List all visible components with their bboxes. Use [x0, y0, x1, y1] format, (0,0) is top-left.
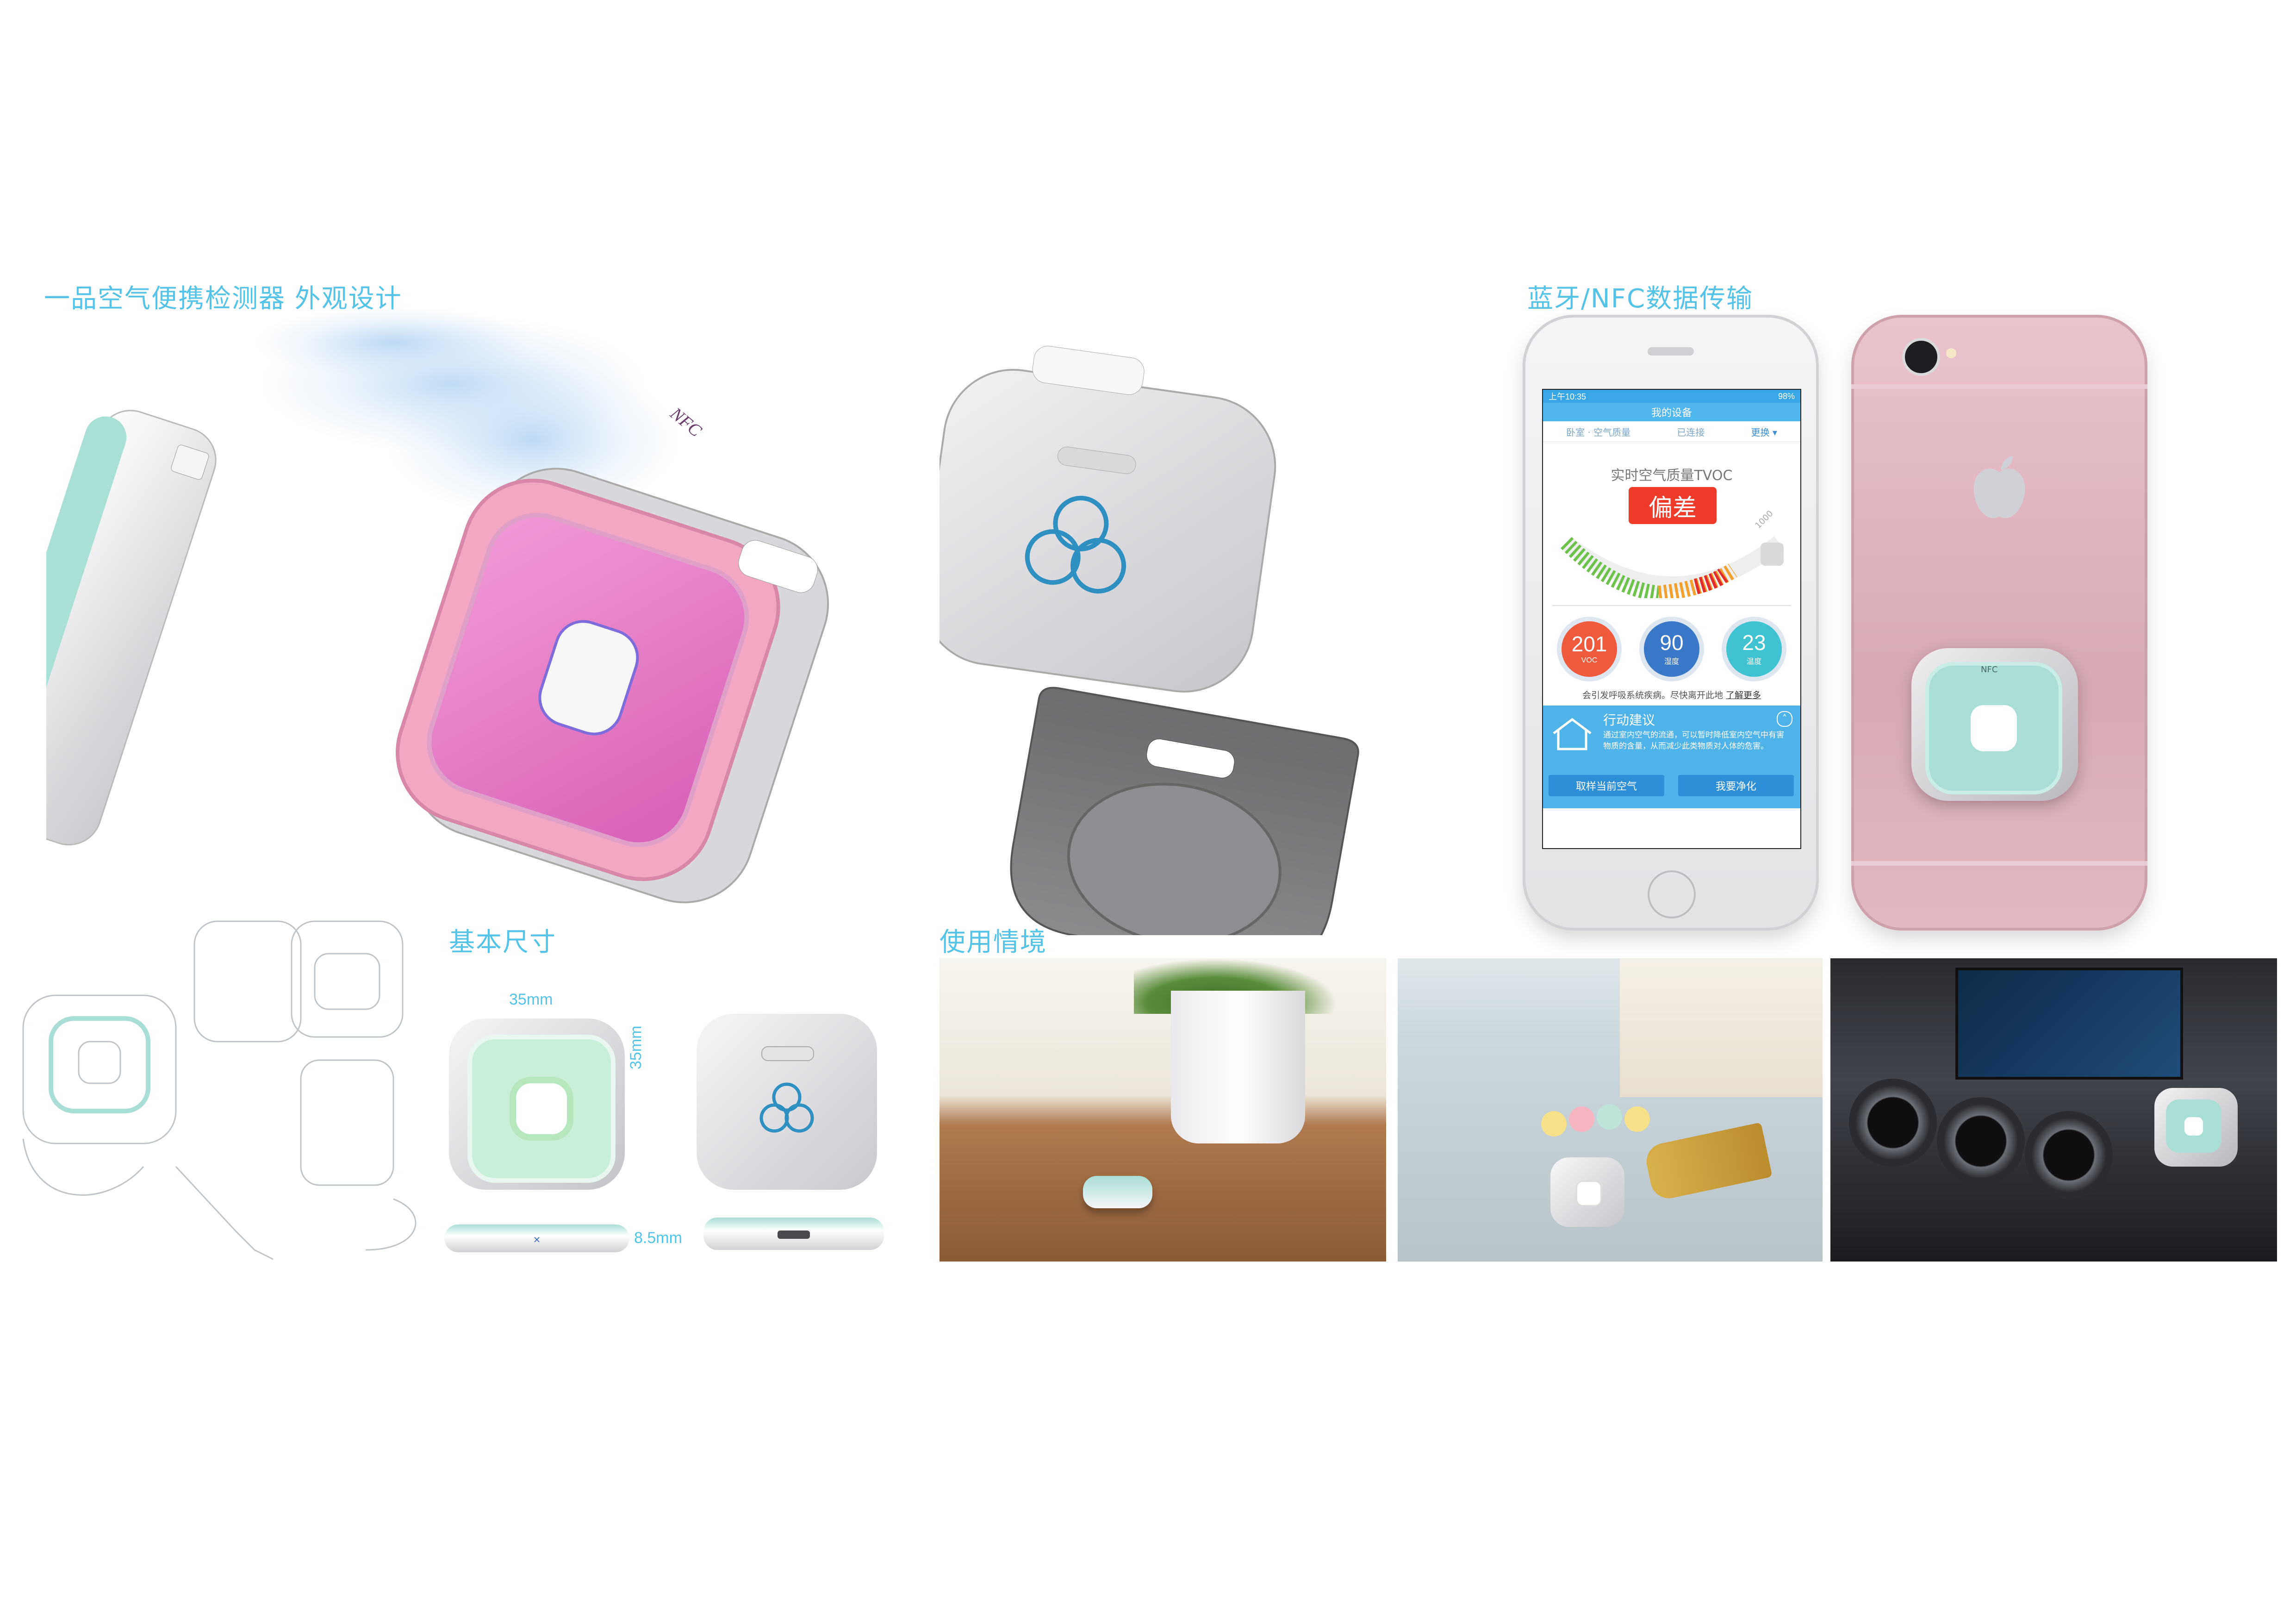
hero-device-render — [46, 306, 829, 904]
gray-sleeve — [1010, 687, 1359, 935]
transfer-title: 蓝牙/NFC数据传输 — [1527, 284, 1754, 314]
humidity-metric: 90 湿度 — [1644, 621, 1699, 677]
bead-1 — [1541, 1111, 1567, 1137]
room-tab[interactable]: 卧室 · 空气质量 — [1566, 425, 1630, 438]
antenna-line-top — [1851, 384, 2147, 389]
front-face-device — [449, 1018, 625, 1190]
home-button[interactable] — [1648, 870, 1696, 918]
apple-logo-icon — [1973, 456, 2025, 518]
divider — [1552, 605, 1791, 606]
exploded-view — [940, 346, 1359, 935]
warning-message: 会引发呼吸系统疾病。尽快离开此地 — [1582, 690, 1723, 700]
attached-nfc-label: NFC — [1981, 665, 1998, 675]
advice-panel: 行动建议 ˄ 通过室内空气的流通，可以暂时降低室内空气中有害物质的含量，从而减少… — [1543, 706, 1800, 808]
advice-title: 行动建议 — [1603, 712, 1655, 728]
status-time: 上午10:35 — [1549, 392, 1587, 401]
front-face-inner — [467, 1035, 616, 1183]
cloud-logo-icon — [759, 1082, 814, 1133]
keychain-device-button — [1576, 1181, 1602, 1206]
temperature-value: 23 — [1742, 631, 1766, 655]
battery-indicator: 98% — [1778, 391, 1795, 401]
camera-lens — [1902, 338, 1940, 376]
attached-device-face — [1925, 662, 2062, 794]
bluetooth-icon: ⨯ — [533, 1234, 541, 1245]
voc-metric: 201 VOC — [1562, 621, 1617, 677]
car-screen — [1955, 968, 2183, 1080]
purify-button[interactable]: 我要净化 — [1678, 775, 1794, 796]
thickness-dimension: 8.5mm — [634, 1229, 682, 1247]
attached-device: NFC — [1911, 648, 2078, 801]
top-cover — [940, 346, 1276, 693]
app-screen: 上午10:35 98% 我的设备 卧室 · 空气质量 已连接 更换 ▾ 实时空气… — [1542, 389, 1801, 849]
table-device — [1083, 1176, 1152, 1208]
width-dimension: 35mm — [509, 991, 553, 1008]
sketch-drawing — [22, 920, 417, 1260]
flash — [1946, 348, 1956, 358]
book-edge — [1620, 958, 1823, 1097]
antenna-line-bottom — [1851, 861, 2147, 866]
car-device-face — [2166, 1099, 2221, 1153]
sample-air-button[interactable]: 取样当前空气 — [1549, 775, 1664, 796]
front-face-button — [516, 1083, 567, 1134]
bead-2 — [1569, 1106, 1594, 1132]
usage-photo-car — [1830, 958, 2277, 1262]
warning-text: 会引发呼吸系统疾病。尽快离开此地 了解更多 — [1543, 688, 1800, 701]
dimensions-title: 基本尺寸 — [449, 927, 556, 957]
vent-2 — [1937, 1097, 2025, 1185]
phone-front: 上午10:35 98% 我的设备 卧室 · 空气质量 已连接 更换 ▾ 实时空气… — [1523, 315, 1819, 931]
vent-3 — [2025, 1111, 2113, 1199]
car-device-button — [2184, 1117, 2203, 1136]
temperature-label: 温度 — [1746, 658, 1761, 666]
speaker — [1648, 347, 1694, 356]
collapse-icon[interactable]: ˄ — [1777, 711, 1792, 727]
pink-device — [396, 468, 829, 904]
back-face-slot — [761, 1046, 814, 1061]
side-view-right — [703, 1218, 884, 1250]
side-view-left: ⨯ — [444, 1224, 629, 1252]
quality-gauge — [1560, 536, 1784, 598]
humidity-value: 90 — [1660, 631, 1684, 655]
attached-device-button — [1971, 705, 2017, 751]
bead-3 — [1597, 1104, 1622, 1130]
keys — [1643, 1122, 1773, 1202]
app-header: 我的设备 — [1543, 403, 1800, 421]
temperature-metric: 23 温度 — [1726, 621, 1782, 677]
tvoc-heading: 实时空气质量TVOC — [1611, 468, 1733, 484]
vent-1 — [1849, 1079, 1937, 1167]
learn-more-link[interactable]: 了解更多 — [1726, 690, 1761, 700]
device-bar: 卧室 · 空气质量 已连接 更换 ▾ — [1543, 421, 1800, 442]
phone-back: NFC — [1851, 315, 2147, 931]
height-dimension: 35mm — [627, 1025, 645, 1069]
advice-text: 通过室内空气的流通，可以暂时降低室内空气中有害物质的含量，从而减少此类物质对人体… — [1603, 731, 1784, 751]
bead-4 — [1624, 1106, 1650, 1132]
plant-pot — [1171, 991, 1305, 1143]
side-device — [46, 410, 217, 846]
usage-photo-keys — [1398, 958, 1823, 1262]
humidity-label: 湿度 — [1664, 658, 1679, 666]
back-face-device — [697, 1014, 877, 1190]
voc-label: VOC — [1581, 656, 1598, 664]
connection-status: 已连接 — [1677, 426, 1705, 438]
car-device — [2154, 1088, 2238, 1167]
keychain-device — [1550, 1157, 1624, 1227]
home-icon — [1553, 718, 1592, 750]
usage-photo-table — [940, 958, 1386, 1262]
status-bar: 上午10:35 98% — [1543, 390, 1800, 403]
voc-value: 201 — [1571, 632, 1607, 656]
switch-device-button[interactable]: 更换 ▾ — [1751, 425, 1777, 438]
usb-port — [778, 1230, 810, 1239]
